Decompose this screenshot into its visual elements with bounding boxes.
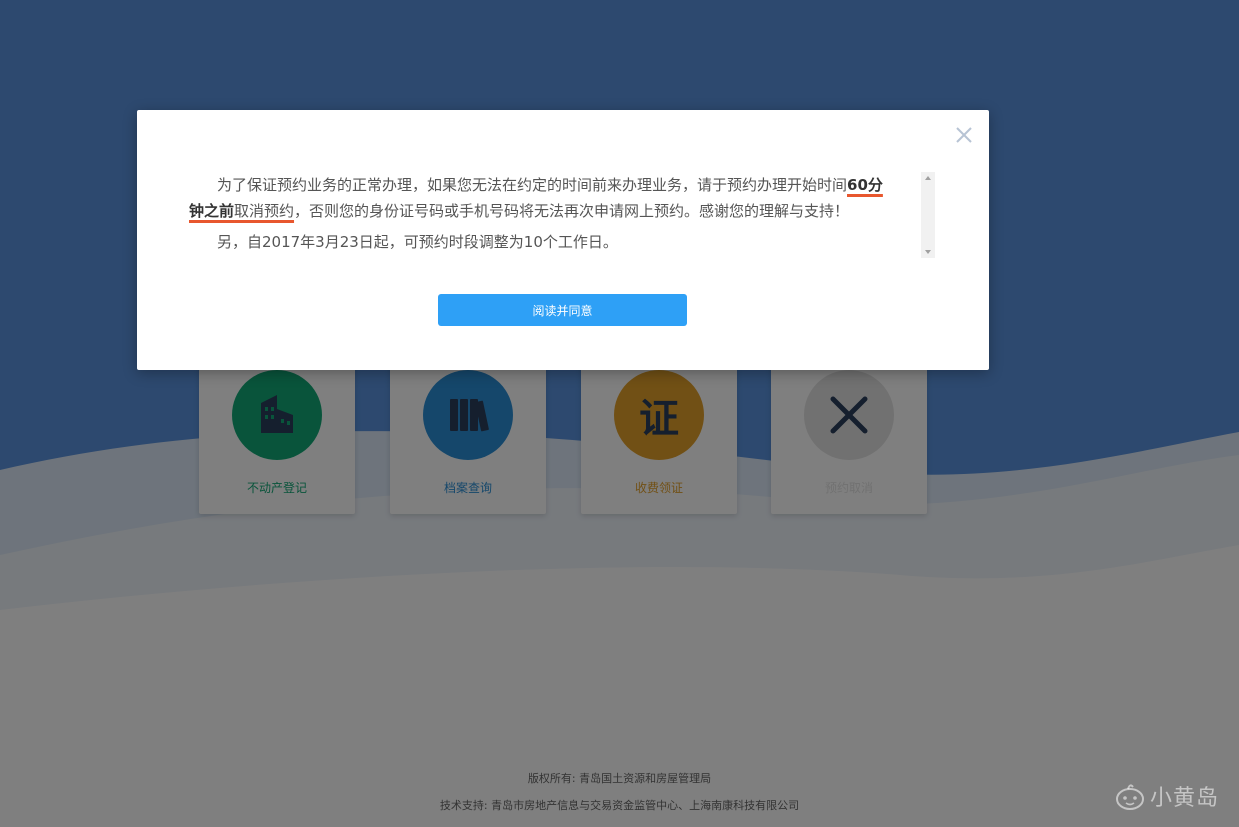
notice-highlight-cancel: 取消预约 xyxy=(234,202,295,220)
agree-button[interactable]: 阅读并同意 xyxy=(438,294,687,326)
page: 不动产登记 档案查询 证 收费领证 预约取消 版权所有: 青岛国土资源和房屋管理 xyxy=(0,0,1239,827)
notice-text-part: ，否则您的身份证号码或手机号码将无法再次申请网上预约。感谢您的理解与支持！ xyxy=(294,202,850,220)
notice-modal: 为了保证预约业务的正常办理，如果您无法在约定的时间前来办理业务，请于预约办理开始… xyxy=(137,110,989,370)
close-button[interactable] xyxy=(955,126,973,144)
notice-text-part: 为了保证预约业务的正常办理，如果您无法在约定的时间前来办理业务，请于预约办理开始… xyxy=(217,176,848,194)
watermark-text: 小黄岛 xyxy=(1150,786,1220,811)
scroll-up-arrow-icon[interactable] xyxy=(921,172,935,184)
notice-text: 为了保证预约业务的正常办理，如果您无法在约定的时间前来办理业务，请于预约办理开始… xyxy=(189,172,897,255)
notice-scroll-area[interactable]: 为了保证预约业务的正常办理，如果您无法在约定的时间前来办理业务，请于预约办理开始… xyxy=(189,172,935,258)
watermark-bird-icon xyxy=(1116,784,1144,810)
watermark: 小黄岛 xyxy=(1114,780,1219,812)
notice-paragraph-1: 为了保证预约业务的正常办理，如果您无法在约定的时间前来办理业务，请于预约办理开始… xyxy=(189,172,897,224)
notice-scrollbar[interactable] xyxy=(921,172,935,258)
notice-paragraph-2: 另，自2017年3月23日起，可预约时段调整为10个工作日。 xyxy=(217,233,618,251)
scroll-down-arrow-icon[interactable] xyxy=(921,246,935,258)
close-icon xyxy=(956,127,972,143)
